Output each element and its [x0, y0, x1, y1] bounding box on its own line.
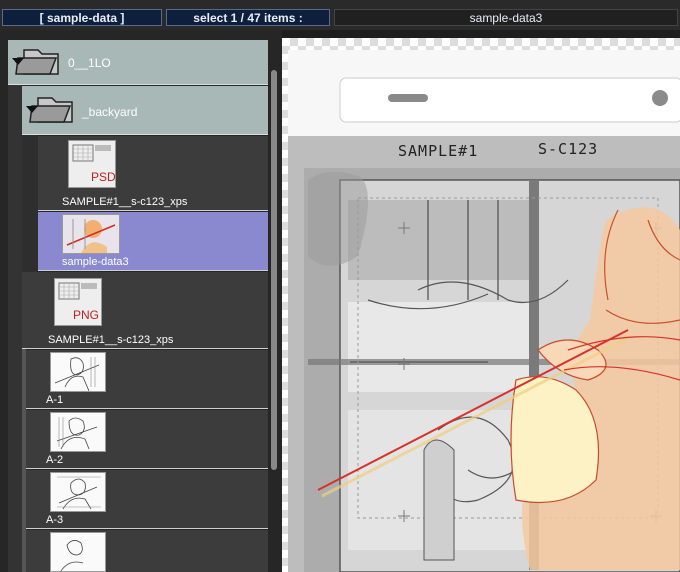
list-item-selected[interactable]: sample-data3	[38, 212, 268, 271]
folder-open-icon	[12, 49, 59, 75]
psd-thumbnail: PSD	[68, 140, 116, 188]
png-thumbnail: PNG	[54, 278, 102, 326]
sketch-thumbnail	[50, 472, 106, 512]
sketch-thumbnail-icon	[54, 357, 100, 391]
folder-open-icon	[26, 97, 73, 123]
sample-number-label: SAMPLE#1	[398, 142, 479, 160]
list-item[interactable]: A-3	[26, 470, 268, 529]
sketch-thumbnail-icon	[56, 417, 98, 450]
folder-label: _backyard	[82, 105, 138, 119]
sketch-thumbnail-icon	[63, 215, 119, 253]
sketch-thumbnail-icon	[57, 476, 101, 510]
image-preview: SAMPLE#1 S-C123	[282, 38, 680, 572]
folder-label: 0__1LO	[68, 56, 111, 70]
svg-text:PSD: PSD	[91, 170, 115, 184]
sketch-thumbnail	[50, 532, 106, 572]
item-label: A-2	[46, 454, 64, 466]
selection-status: select 1 / 47 items :	[166, 9, 330, 26]
svg-text:PNG: PNG	[73, 308, 99, 322]
sketch-thumbnail	[50, 352, 106, 392]
folder-row-root[interactable]: 0__1LO	[8, 40, 268, 85]
document-thumbnail-icon: PNG	[55, 279, 101, 325]
list-item[interactable]: A-2	[26, 410, 268, 469]
scene-code-label: S-C123	[538, 140, 599, 158]
tree-scrollbar[interactable]	[271, 70, 277, 470]
item-label: SAMPLE#1__s-c123_xps	[48, 334, 174, 346]
item-label: A-1	[46, 394, 64, 406]
list-item[interactable]: A-1	[26, 350, 268, 409]
file-tree-panel: 0__1LO _backyard PSD SAMPLE#1__s-c123_xp…	[0, 30, 282, 572]
list-item[interactable]	[26, 530, 268, 572]
drawing-stage: SAMPLE#1 S-C123	[288, 50, 680, 572]
folder-row-backyard[interactable]: _backyard	[22, 86, 268, 135]
top-toolbar: [ sample-data ] select 1 / 47 items : sa…	[0, 0, 680, 30]
storyboard-sketch	[288, 77, 680, 572]
item-label: sample-data3	[62, 256, 129, 268]
file-title: sample-data3	[334, 9, 678, 26]
list-item[interactable]: PSD SAMPLE#1__s-c123_xps	[38, 136, 268, 211]
image-thumbnail	[62, 214, 120, 254]
document-thumbnail-icon: PSD	[69, 141, 115, 187]
tree-indent	[8, 40, 22, 572]
item-label: A-3	[46, 514, 64, 526]
sketch-thumbnail	[50, 412, 106, 452]
path-button[interactable]: [ sample-data ]	[2, 9, 162, 26]
list-item[interactable]: PNG SAMPLE#1__s-c123_xps	[22, 272, 268, 349]
sketch-thumbnail-icon	[60, 540, 84, 571]
item-label: SAMPLE#1__s-c123_xps	[62, 196, 188, 208]
